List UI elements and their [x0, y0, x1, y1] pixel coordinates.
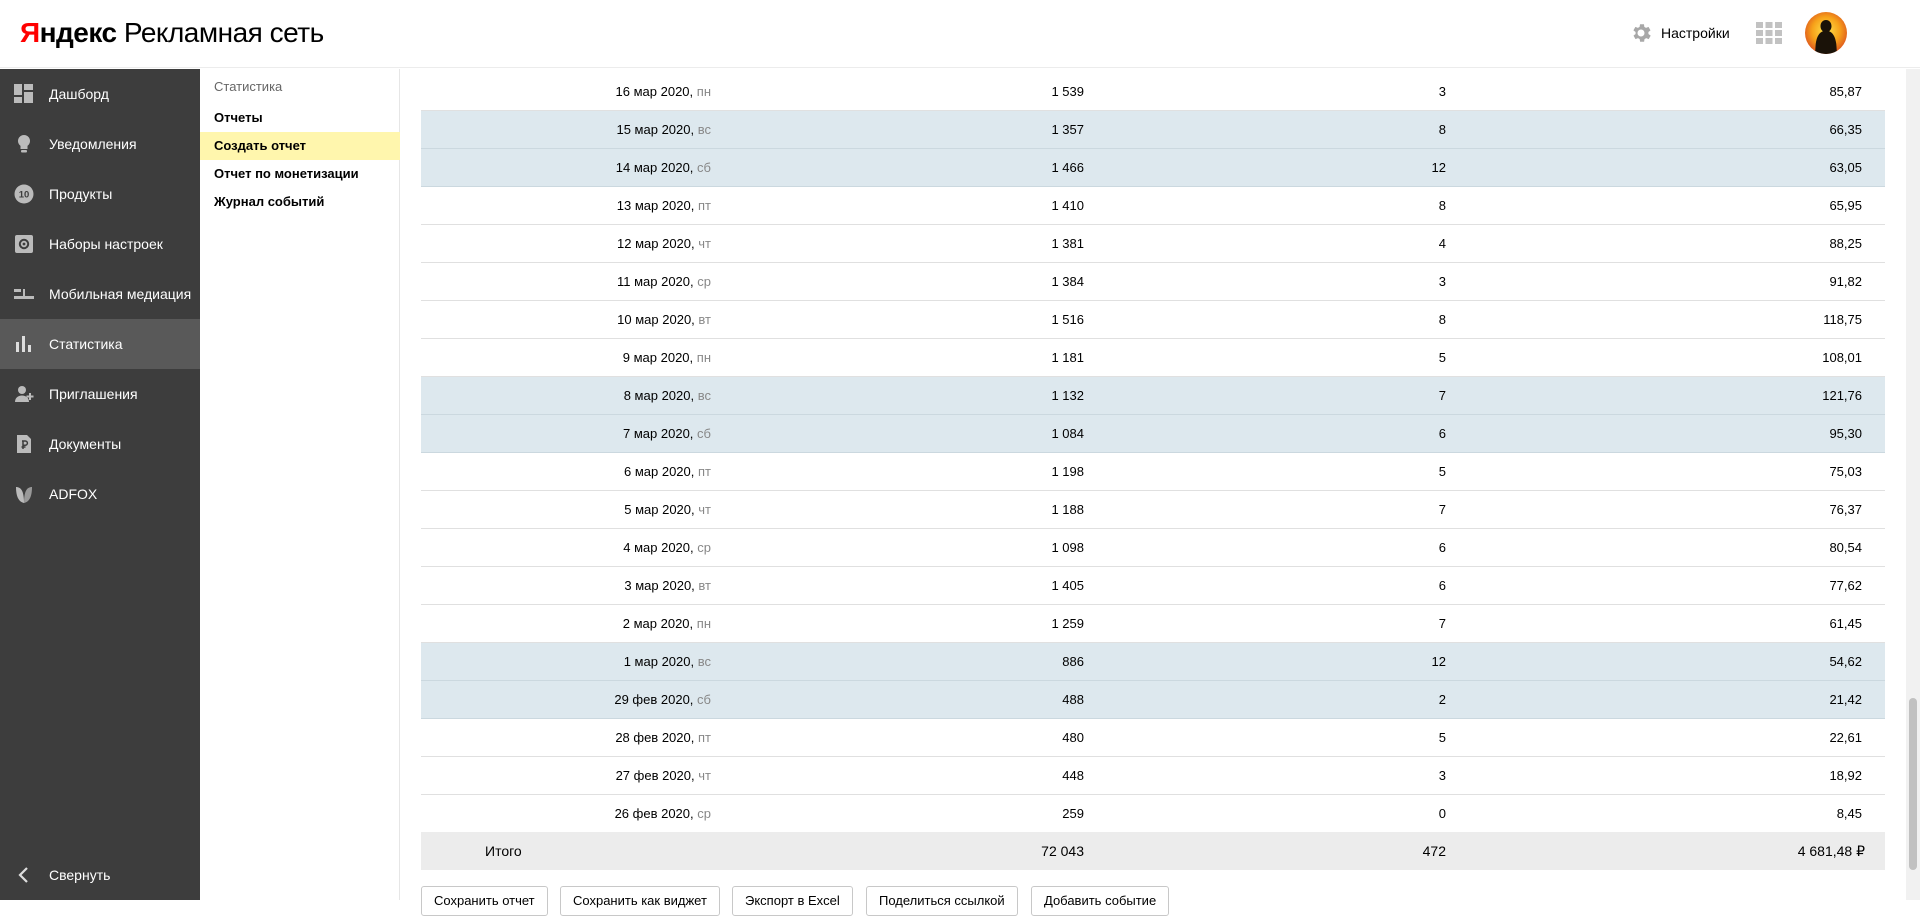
revenue-cell: 61,45 [1829, 616, 1862, 631]
subnav-item-create-report[interactable]: Создать отчет [200, 132, 400, 160]
sidebar-item-notifications[interactable]: Уведомления [0, 119, 200, 169]
avatar-image [1805, 12, 1847, 54]
page-scrollbar[interactable] [1906, 69, 1920, 900]
adfox-icon [16, 487, 32, 503]
sidebar-item-statistics[interactable]: Статистика [0, 319, 200, 369]
top-header: Яндекс Рекламная сеть Настройки [0, 0, 1920, 68]
add-event-button[interactable]: Добавить событие [1031, 886, 1170, 916]
total-row: Итого 72 043 472 4 681,48 ₽ [421, 832, 1885, 870]
statistics-subnav: Статистика Отчеты Создать отчет Отчет по… [200, 69, 400, 900]
svg-text:10: 10 [19, 190, 30, 201]
sidebar-item-label: Документы [49, 436, 122, 452]
subnav-item-reports[interactable]: Отчеты [200, 104, 400, 132]
total-revenue: 4 681,48 ₽ [1797, 843, 1865, 859]
table-row: 13 мар 2020, пт 1 410 8 65,95 [421, 187, 1885, 225]
sidebar-item-label: Мобильная медиация [49, 286, 192, 302]
save-report-button[interactable]: Сохранить отчет [421, 886, 548, 916]
sidebar-item-label: Дашборд [49, 86, 109, 102]
sidebar-item-label: Статистика [49, 336, 123, 352]
document-icon [17, 435, 31, 453]
table-row: 28 фев 2020, пт 480 5 22,61 [421, 719, 1885, 757]
stats-icon [16, 336, 31, 352]
table-row: 27 фев 2020, чт 448 3 18,92 [421, 757, 1885, 795]
revenue-cell: 22,61 [1829, 730, 1862, 745]
revenue-cell: 76,37 [1829, 502, 1862, 517]
sidebar-item-invitations[interactable]: Приглашения [0, 369, 200, 419]
settings-set-icon [15, 235, 33, 253]
apps-grid-icon[interactable] [1756, 22, 1782, 44]
table-row: 11 мар 2020, ср 1 384 3 91,82 [421, 263, 1885, 301]
table-row: 9 мар 2020, пн 1 181 5 108,01 [421, 339, 1885, 377]
table-row: 12 мар 2020, чт 1 381 4 88,25 [421, 225, 1885, 263]
share-link-button[interactable]: Поделиться ссылкой [866, 886, 1018, 916]
sidebar-item-label: Продукты [49, 186, 113, 202]
chevron-left-icon [18, 867, 28, 883]
yandex-ad-network-logo[interactable]: Яндекс Рекламная сеть [20, 17, 324, 49]
subnav-title: Статистика [214, 79, 283, 94]
table-row: 14 мар 2020, сб 1 466 12 63,05 [421, 149, 1885, 187]
sidebar-item-settings-sets[interactable]: Наборы настроек [0, 219, 200, 269]
revenue-cell: 66,35 [1829, 122, 1862, 137]
revenue-cell: 77,62 [1829, 578, 1862, 593]
gear-icon [1633, 24, 1651, 42]
dashboard-icon [14, 84, 33, 103]
sidebar-item-dashboard[interactable]: Дашборд [0, 69, 200, 119]
table-row: 3 мар 2020, вт 1 405 6 77,62 [421, 567, 1885, 605]
table-row: 7 мар 2020, сб 1 084 6 95,30 [421, 415, 1885, 453]
sidebar-item-mobile-mediation[interactable]: Мобильная медиация [0, 269, 200, 319]
subnav-item-event-log[interactable]: Журнал событий [200, 188, 400, 216]
revenue-cell: 91,82 [1829, 274, 1862, 289]
user-avatar[interactable] [1805, 12, 1847, 54]
subnav-item-monetization-report[interactable]: Отчет по монетизации [200, 160, 400, 188]
revenue-cell: 80,54 [1829, 540, 1862, 555]
sidebar-item-label: Приглашения [49, 386, 138, 402]
main-sidebar: Дашборд Уведомления 10 Продукты Наборы н… [0, 69, 200, 900]
revenue-cell: 54,62 [1829, 654, 1862, 669]
revenue-cell: 121,76 [1822, 388, 1862, 403]
revenue-cell: 18,92 [1829, 768, 1862, 783]
bulb-icon [17, 134, 31, 153]
table-row: 1 мар 2020, вс 886 12 54,62 [421, 643, 1885, 681]
revenue-cell: 95,30 [1829, 426, 1862, 441]
report-table: 16 мар 2020, пн 1 539 3 85,87 15 мар 2020, в… [421, 69, 1885, 900]
sidebar-item-label: Наборы настроек [49, 236, 163, 252]
revenue-cell: 88,25 [1829, 236, 1862, 251]
revenue-cell: 85,87 [1829, 84, 1862, 99]
revenue-cell: 8,45 [1836, 806, 1862, 821]
revenue-cell: 75,03 [1829, 464, 1862, 479]
revenue-cell: 63,05 [1829, 160, 1862, 175]
table-row: 6 мар 2020, пт 1 198 5 75,03 [421, 453, 1885, 491]
table-row: 2 мар 2020, пн 1 259 7 61,45 [421, 605, 1885, 643]
export-excel-button[interactable]: Экспорт в Excel [732, 886, 853, 916]
revenue-cell: 65,95 [1829, 198, 1862, 213]
save-as-widget-button[interactable]: Сохранить как виджет [560, 886, 720, 916]
sidebar-item-label: Уведомления [49, 136, 137, 152]
table-row: 10 мар 2020, вт 1 516 8 118,75 [421, 301, 1885, 339]
settings-label: Настройки [1661, 25, 1730, 41]
mediation-icon [14, 289, 34, 299]
collapse-label: Свернуть [49, 867, 111, 883]
table-row: 4 мар 2020, ср 1 098 6 80,54 [421, 529, 1885, 567]
revenue-cell: 108,01 [1822, 350, 1862, 365]
revenue-cell: 21,42 [1829, 692, 1862, 707]
table-row: 16 мар 2020, пн 1 539 3 85,87 [421, 73, 1885, 111]
sidebar-item-products[interactable]: 10 Продукты [0, 169, 200, 219]
invite-icon [15, 386, 34, 402]
table-row: 8 мар 2020, вс 1 132 7 121,76 [421, 377, 1885, 415]
sidebar-item-adfox[interactable]: ADFOX [0, 469, 200, 519]
table-row: 5 мар 2020, чт 1 188 7 76,37 [421, 491, 1885, 529]
table-row: 15 мар 2020, вс 1 357 8 66,35 [421, 111, 1885, 149]
products-icon: 10 [14, 184, 34, 204]
settings-button[interactable]: Настройки [1629, 20, 1730, 46]
sidebar-item-label: ADFOX [49, 486, 98, 502]
revenue-cell: 118,75 [1823, 312, 1862, 327]
collapse-sidebar-button[interactable]: Свернуть [0, 850, 200, 900]
table-row: 29 фев 2020, сб 488 2 21,42 [421, 681, 1885, 719]
table-row: 26 фев 2020, ср 259 0 8,45 [421, 795, 1885, 833]
scrollbar-thumb[interactable] [1909, 698, 1917, 870]
sidebar-item-documents[interactable]: Документы [0, 419, 200, 469]
